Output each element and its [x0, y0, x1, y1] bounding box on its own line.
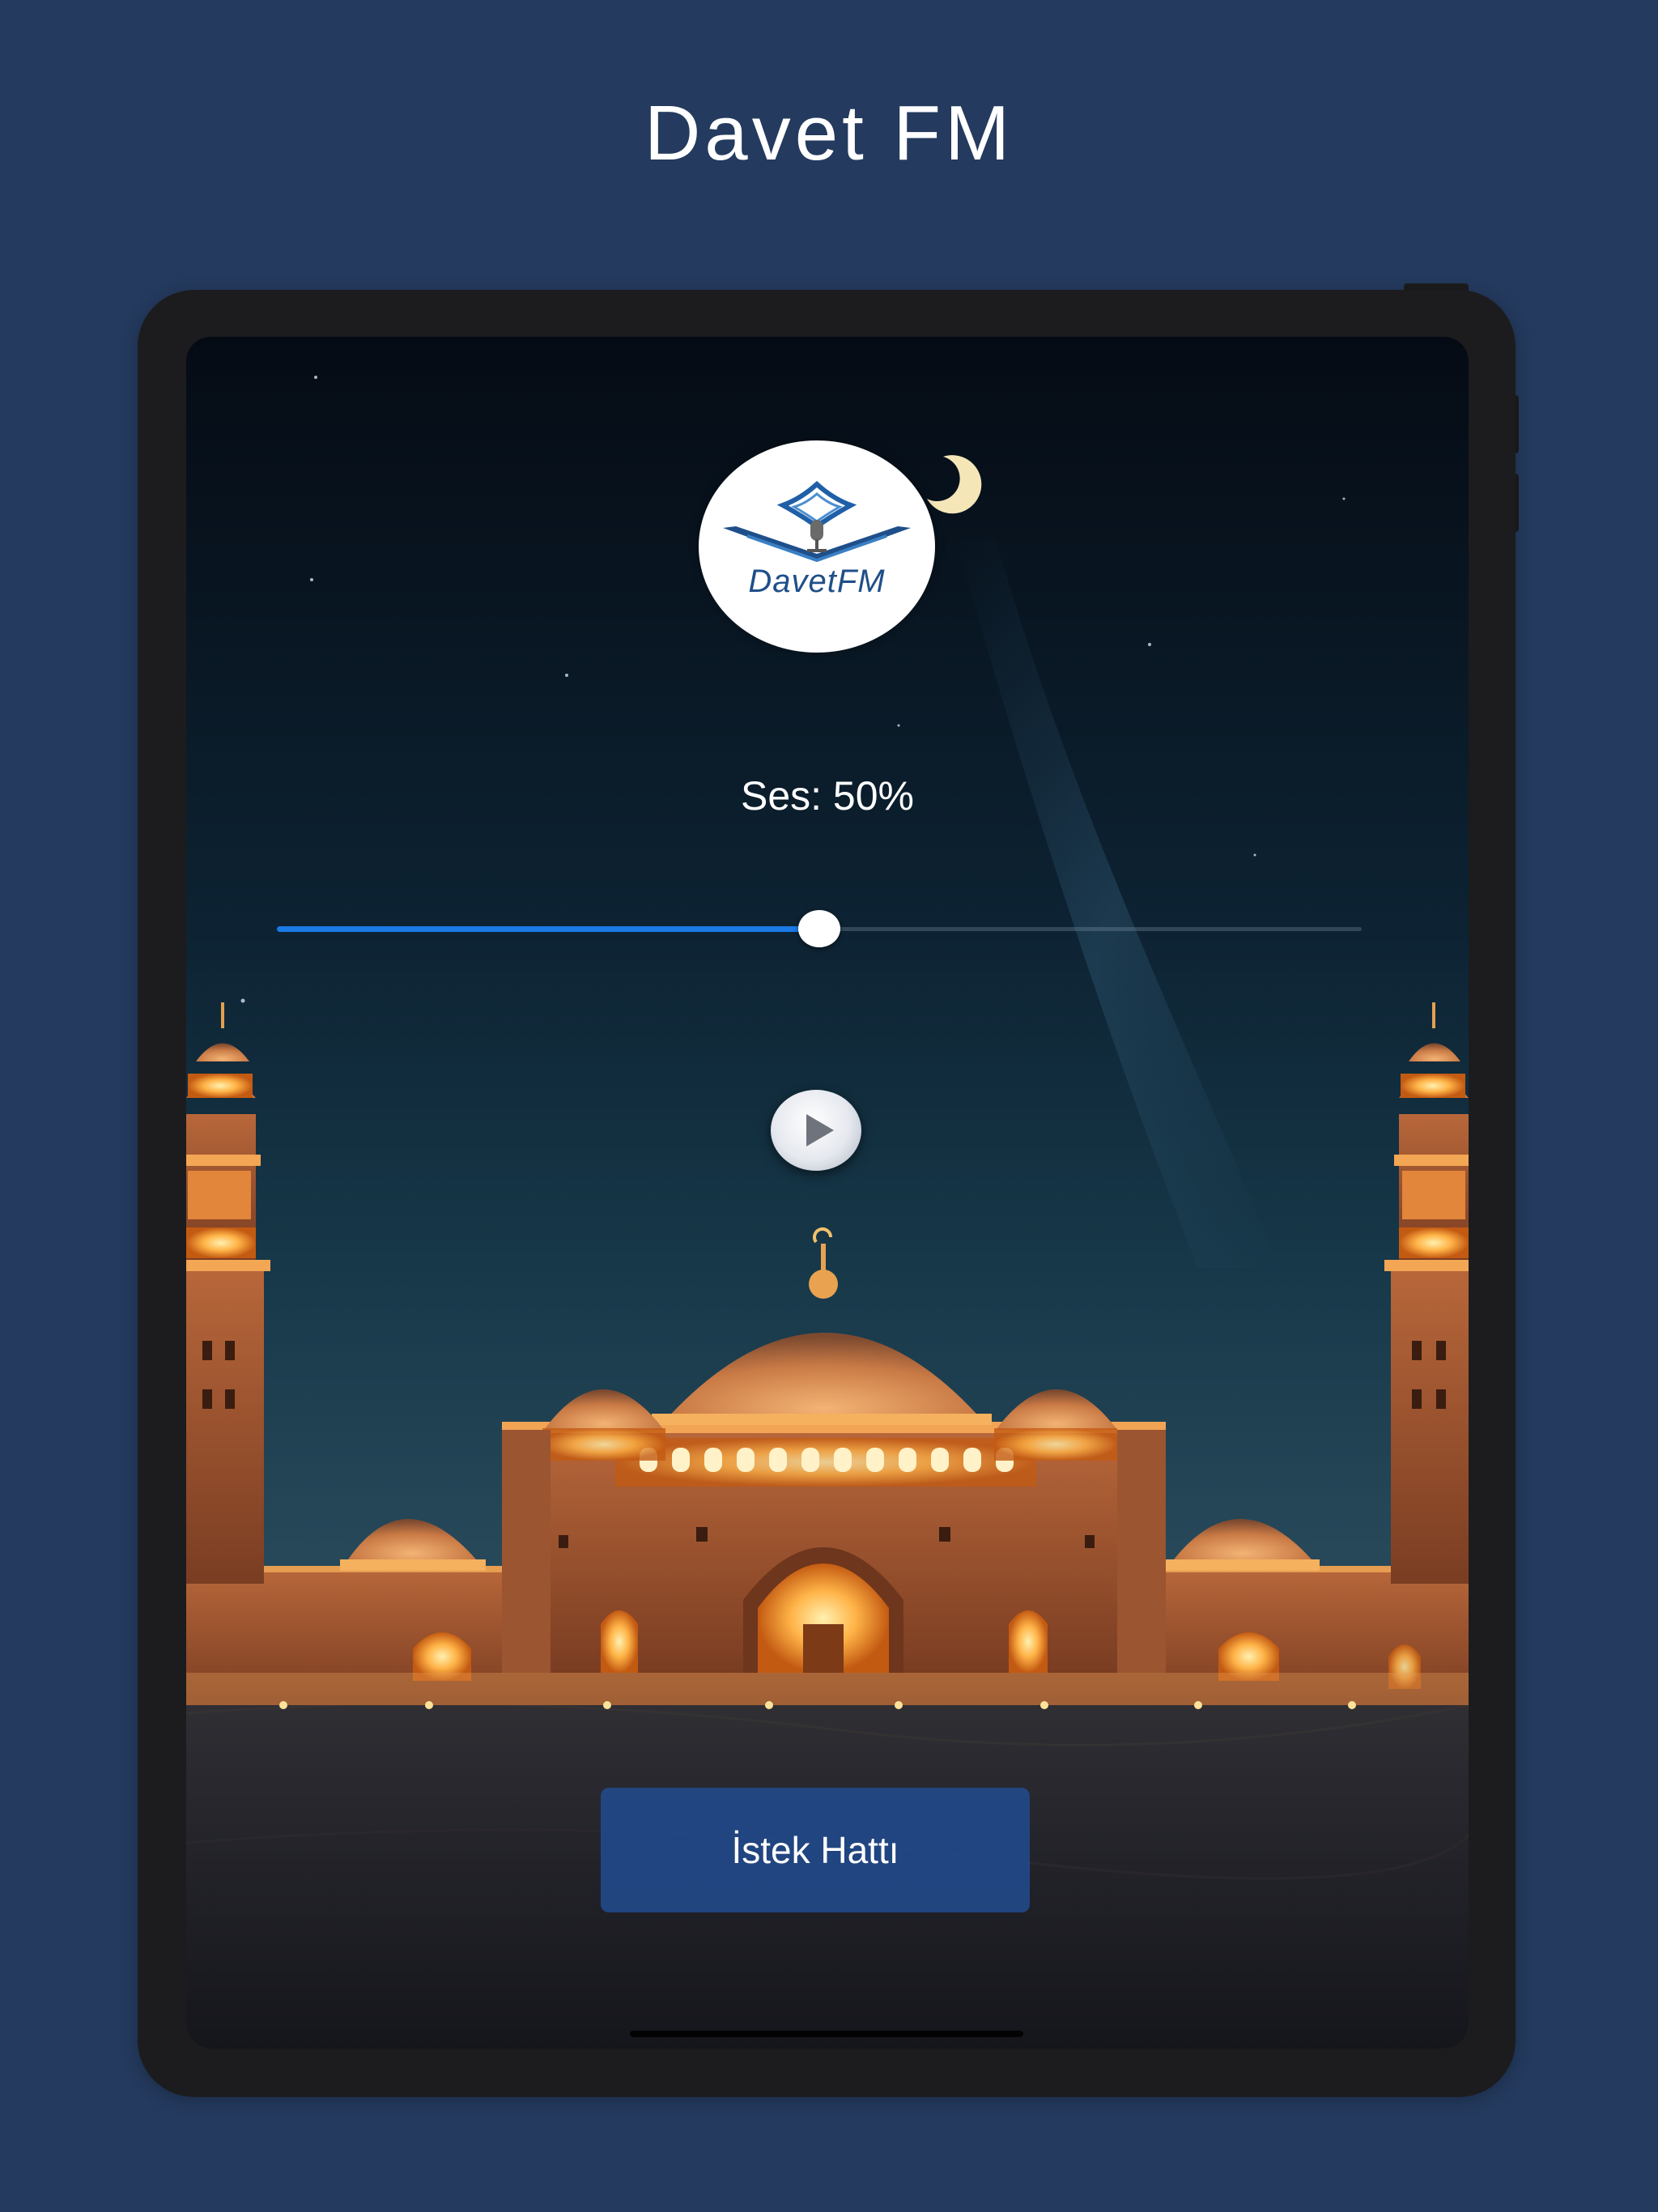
- logo-text: DavetFM: [748, 564, 886, 599]
- book-microphone-logo-icon: [723, 480, 911, 563]
- play-button[interactable]: [771, 1090, 861, 1171]
- app-screen: DavetFM Ses: 50% İstek Hattı: [186, 337, 1469, 2048]
- volume-label: Ses: 50%: [740, 773, 914, 819]
- volume-slider[interactable]: [277, 910, 1362, 947]
- volume-slider-thumb[interactable]: [798, 910, 840, 947]
- volume-slider-fill: [277, 926, 819, 932]
- play-icon: [806, 1114, 834, 1146]
- davet-fm-logo: DavetFM: [699, 440, 935, 653]
- home-indicator: [630, 2031, 1023, 2037]
- request-line-button[interactable]: İstek Hattı: [601, 1788, 1030, 1912]
- promo-title: Davet FM: [644, 90, 1014, 177]
